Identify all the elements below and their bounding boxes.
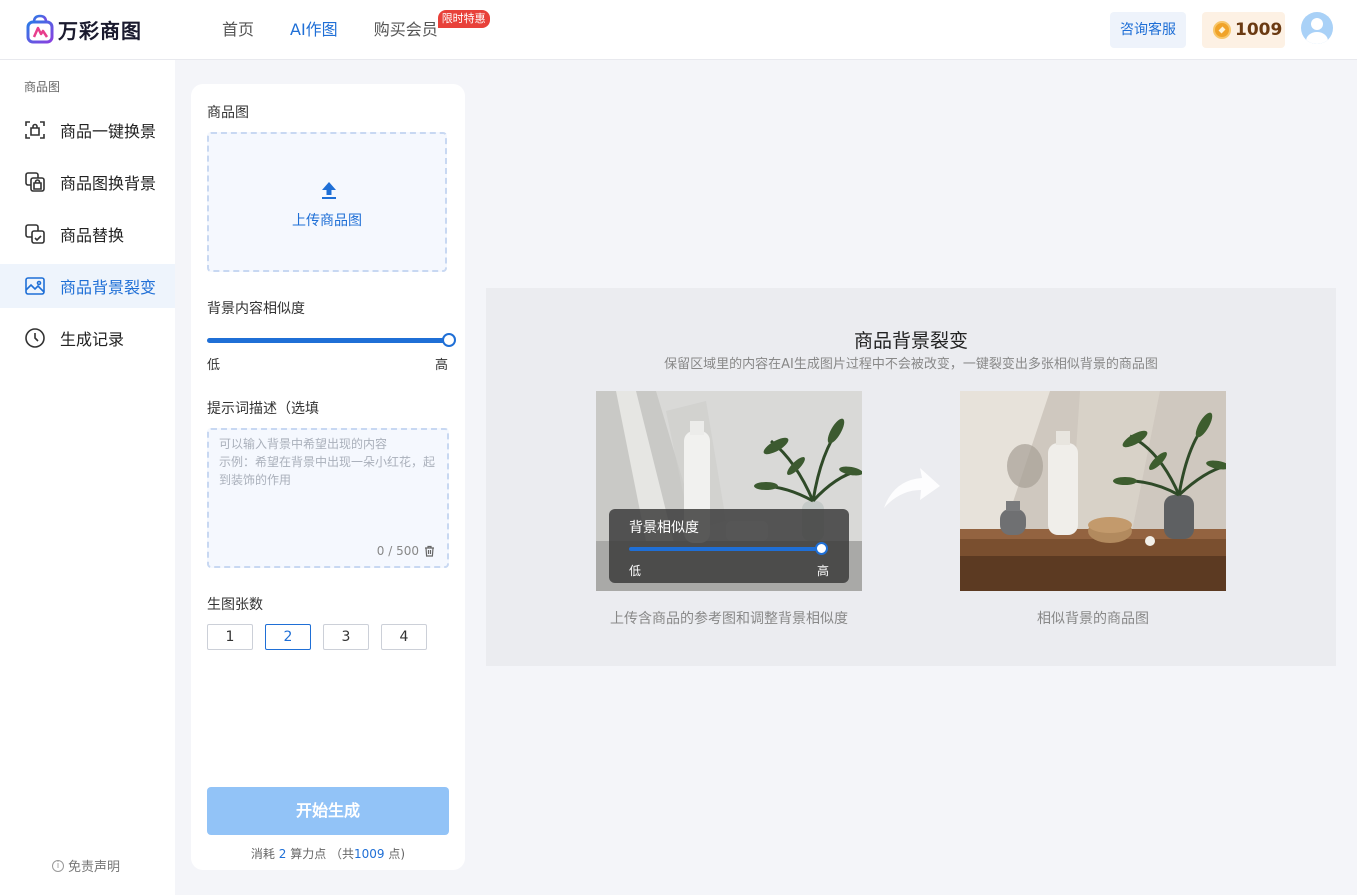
logo-bag-icon: [26, 14, 54, 44]
sidebar-item-label: 商品图换背景: [60, 174, 157, 193]
count-option-3[interactable]: 3: [323, 624, 369, 650]
upload-label: 上传商品图: [292, 213, 362, 229]
consume-prefix: 消耗: [250, 847, 279, 861]
similarity-slider-track[interactable]: [207, 338, 449, 343]
settings-panel: 商品图 上传商品图 背景内容相似度 低 高 提示词描述（选填 0 / 500 生…: [191, 84, 465, 870]
overlay-slider-track: [629, 547, 822, 551]
result-photo: [960, 391, 1226, 591]
caption-result: 相似背景的商品图: [1037, 611, 1149, 627]
points-balance[interactable]: 1009: [1202, 12, 1285, 48]
clock-icon: [25, 328, 45, 348]
background-fission-icon: [25, 277, 45, 295]
similarity-slider-thumb[interactable]: [442, 333, 456, 347]
main-nav: 首页 AI作图 购买会员 限时特惠: [222, 0, 490, 60]
similarity-high-label: 高: [435, 358, 449, 373]
nav-ai-draw-label: AI作图: [290, 20, 338, 39]
overlay-low-label: 低: [629, 564, 642, 578]
upload-icon: [322, 182, 336, 199]
reference-photo: 背景相似度 低 高: [596, 391, 862, 591]
count-option-4[interactable]: 4: [381, 624, 427, 650]
prompt-field-wrapper: 0 / 500: [207, 428, 449, 568]
sidebar-item-label: 商品背景裂变: [60, 278, 157, 297]
sidebar-item-scene-swap[interactable]: 商品一键换景: [0, 108, 175, 152]
disclaimer-label: 免责声明: [68, 860, 121, 875]
similarity-low-label: 低: [207, 358, 221, 373]
arrow-right-icon: [884, 468, 940, 508]
sidebar-item-label: 商品替换: [60, 226, 125, 245]
nav-buy-membership-label: 购买会员: [373, 20, 438, 39]
sidebar-item-background-fission[interactable]: 商品背景裂变: [0, 264, 175, 308]
count-option-1[interactable]: 1: [207, 624, 253, 650]
overlay-slider-thumb: [815, 542, 828, 555]
logo[interactable]: 万彩商图: [26, 14, 142, 44]
nav-home[interactable]: 首页: [222, 0, 254, 60]
feature-demo: 商品背景裂变 保留区域里的内容在AI生成图片过程中不会被改变，一键裂变出多张相似…: [486, 288, 1336, 666]
image-count-label: 生图张数: [207, 597, 263, 613]
generate-button[interactable]: 开始生成: [207, 787, 449, 835]
similarity-label: 背景内容相似度: [207, 301, 305, 317]
consume-total: 1009: [354, 847, 385, 861]
sidebar-item-product-replace[interactable]: 商品替换: [0, 212, 175, 256]
sidebar-section-title: 商品图: [24, 80, 61, 94]
background-swap-icon: [25, 172, 45, 192]
promo-badge: 限时特惠: [437, 10, 490, 28]
overlay-high-label: 高: [816, 564, 829, 578]
customer-service-button[interactable]: 咨询客服: [1110, 12, 1186, 48]
nav-ai-draw[interactable]: AI作图: [290, 0, 338, 60]
nav-home-label: 首页: [222, 20, 255, 39]
top-header: 万彩商图 首页 AI作图 购买会员 限时特惠 咨询客服 1009: [0, 0, 1357, 60]
sidebar-item-history[interactable]: 生成记录: [0, 316, 175, 360]
trash-icon[interactable]: [424, 545, 435, 557]
info-icon: i: [52, 859, 64, 872]
consume-mid: 算力点 （共: [286, 847, 355, 861]
demo-subtitle: 保留区域里的内容在AI生成图片过程中不会被改变，一键裂变出多张相似背景的商品图: [664, 357, 1158, 372]
similarity-overlay: 背景相似度 低 高: [609, 509, 849, 583]
consume-suffix: 点): [384, 847, 406, 861]
nav-buy-membership[interactable]: 购买会员 限时特惠: [373, 0, 490, 60]
disclaimer-link[interactable]: i 免责声明: [52, 856, 120, 875]
image-count-selector: 1 2 3 4: [207, 624, 439, 650]
prompt-label: 提示词描述（选填: [207, 401, 319, 417]
upload-product-dropzone[interactable]: 上传商品图: [207, 132, 447, 272]
prompt-char-count: 0 / 500: [376, 544, 419, 558]
sidebar: 商品图 商品一键换景 商品图换背景 商品替换 商品背景裂变 生成记录 i 免责声…: [0, 60, 175, 895]
logo-text: 万彩商图: [58, 18, 142, 43]
sidebar-item-label: 生成记录: [60, 330, 125, 349]
demo-title: 商品背景裂变: [853, 330, 968, 352]
overlay-title: 背景相似度: [629, 520, 699, 536]
points-value: 1009: [1235, 20, 1283, 40]
coin-icon: [1213, 21, 1231, 39]
sidebar-item-background-swap[interactable]: 商品图换背景: [0, 160, 175, 204]
caption-reference: 上传含商品的参考图和调整背景相似度: [610, 611, 848, 627]
product-replace-icon: [25, 224, 45, 244]
product-image-label: 商品图: [207, 105, 249, 121]
user-avatar[interactable]: [1301, 12, 1333, 44]
result-photo-image: [960, 391, 1226, 591]
scene-swap-icon: [25, 121, 45, 139]
count-option-2[interactable]: 2: [265, 624, 311, 650]
consumption-note: 消耗 2 算力点 （共1009 点): [191, 845, 465, 862]
sidebar-item-label: 商品一键换景: [60, 122, 157, 141]
